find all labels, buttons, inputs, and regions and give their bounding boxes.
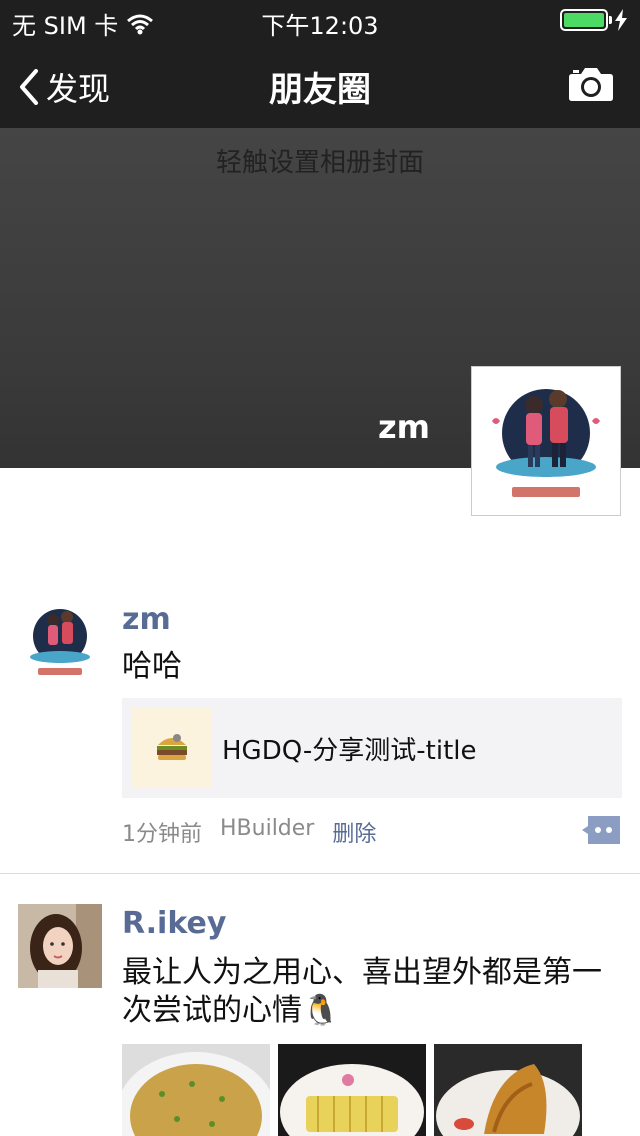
shared-link-card[interactable]: HGDQ-分享测试-title [122, 698, 622, 798]
post-photo[interactable] [434, 1044, 582, 1136]
status-bar: 无 SIM 卡 下午12:03 [0, 0, 640, 40]
cover-hint: 轻触设置相册封面 [215, 148, 424, 178]
page-title: 朋友圈 [269, 70, 371, 110]
post-source: HBuilder [220, 816, 315, 841]
food-photo-image [278, 1044, 426, 1136]
camera-icon[interactable] [568, 66, 614, 102]
status-time: 下午12:03 [261, 12, 379, 40]
user-photo-avatar [18, 904, 102, 988]
battery-fill [564, 13, 604, 27]
food-photo-image [122, 1044, 270, 1136]
couple-avatar-image [18, 600, 102, 684]
couple-avatar-image [476, 371, 616, 511]
post-time: 1分钟前 [122, 822, 202, 847]
post-avatar[interactable] [18, 600, 102, 684]
photo-grid [122, 1044, 582, 1136]
link-thumbnail [132, 708, 212, 788]
status-right [560, 9, 628, 31]
nav-bar: 发现 朋友圈 [0, 40, 640, 128]
post-photo[interactable] [278, 1044, 426, 1136]
post-photo[interactable] [122, 1044, 270, 1136]
profile-avatar[interactable] [471, 366, 621, 516]
cover-user-name: zm [378, 408, 430, 446]
post-text: 哈哈 [122, 649, 182, 684]
post-meta: 1分钟前 HBuilder 删除 [122, 816, 376, 848]
delete-button[interactable]: 删除 [332, 816, 376, 848]
post-avatar[interactable] [18, 904, 102, 988]
post-user-name[interactable]: R.ikey [122, 906, 226, 941]
post-text: 最让人为之用心、喜出望外都是第一次尝试的心情🐧 [122, 955, 602, 1028]
food-photo-image [434, 1044, 582, 1136]
post-user-name[interactable]: zm [122, 602, 171, 637]
comment-more-icon[interactable] [582, 816, 620, 844]
link-title: HGDQ-分享测试-title [222, 736, 477, 766]
charging-bolt-icon [615, 9, 627, 31]
battery-icon [560, 9, 612, 31]
moment-post: zm 哈哈 HGDQ-分享测试-title 1分钟前 HBuilder 删除 [0, 590, 640, 874]
burger-icon [157, 734, 187, 760]
moment-post: R.ikey 最让人为之用心、喜出望外都是第一次尝试的心情🐧 [0, 874, 640, 1136]
